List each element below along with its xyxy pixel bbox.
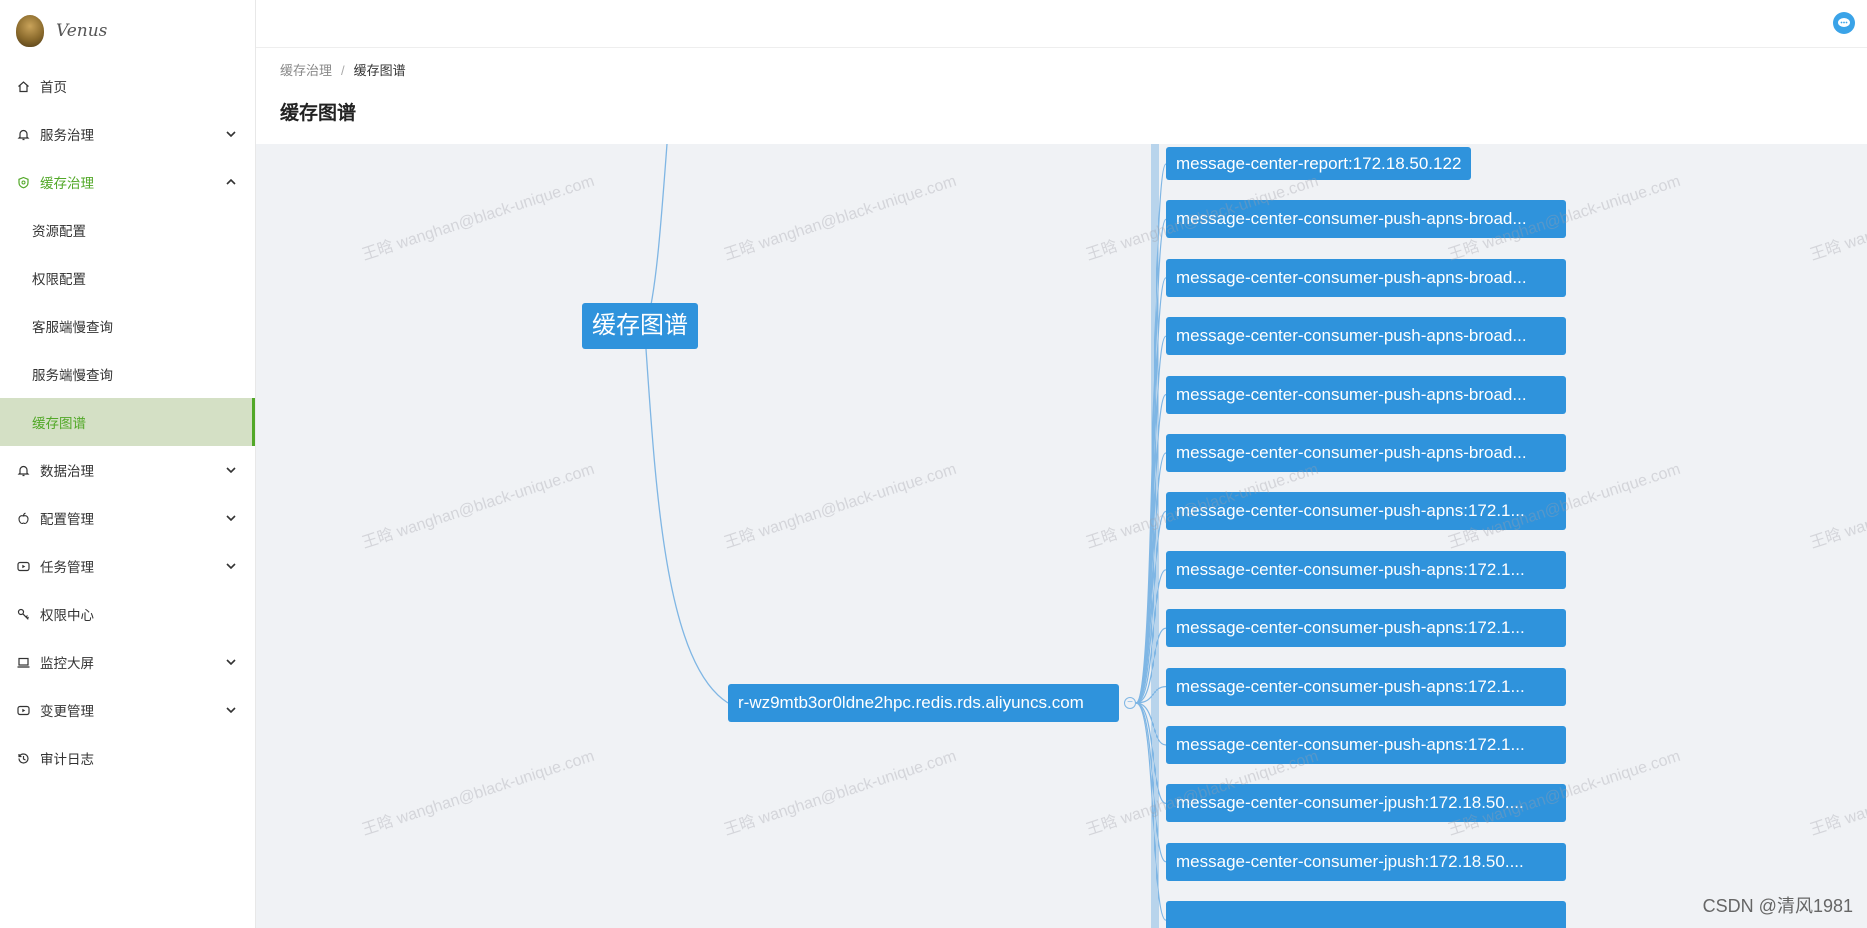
sidebar-item-label: 变更管理 xyxy=(40,704,94,719)
sidebar: Venus 首页服务治理缓存治理资源配置权限配置客服端慢查询 服务端慢查询 缓存图谱… xyxy=(0,0,256,928)
sidebar-item[interactable]: 缓存治理 xyxy=(0,158,255,206)
sidebar-subitem[interactable]: 服务端慢查询 xyxy=(0,350,255,398)
sidebar-item[interactable]: 配置管理 xyxy=(0,494,255,542)
youtube-icon xyxy=(16,559,30,573)
graph-links xyxy=(645,144,1167,928)
sidebar-menu: 首页服务治理缓存治理资源配置权限配置客服端慢查询 服务端慢查询 缓存图谱数据治理配置… xyxy=(0,62,255,782)
sidebar-item-label: 权限中心 xyxy=(40,608,94,623)
breadcrumb-parent[interactable]: 缓存治理 xyxy=(280,63,332,78)
brand-name: Venus xyxy=(56,21,108,41)
home-icon xyxy=(16,79,30,93)
top-bar xyxy=(256,0,1867,48)
cache-key-node[interactable]: message-center-consumer-jpush:172.18.50.… xyxy=(1166,842,1566,881)
logo[interactable]: Venus xyxy=(0,0,255,62)
sidebar-item[interactable]: 服务治理 xyxy=(0,110,255,158)
breadcrumb-separator: / xyxy=(341,63,345,78)
graph-canvas[interactable]: 缓存图谱 r-wz9mtb3or0ldne2hpc.redis.rds.aliy… xyxy=(256,144,1867,928)
shield-icon xyxy=(16,175,30,189)
sidebar-item[interactable]: 监控大屏 xyxy=(0,638,255,686)
cache-key-node[interactable]: message-center-consumer-push-apns:172.1.… xyxy=(1166,726,1566,764)
cache-key-node[interactable]: message-center-consumer-push-apns-broad.… xyxy=(1166,258,1566,297)
cache-key-node[interactable]: message-center-consumer-push-apns:172.1.… xyxy=(1166,667,1566,706)
chevron-down-icon[interactable] xyxy=(225,512,237,524)
bell-icon xyxy=(16,127,30,141)
root-node[interactable]: 缓存图谱 xyxy=(582,303,698,349)
cache-key-node[interactable]: message-center-consumer-push-apns-broad.… xyxy=(1166,375,1566,414)
sidebar-item[interactable]: 权限中心 xyxy=(0,590,255,638)
youtube-icon xyxy=(16,703,30,717)
chevron-up-icon[interactable] xyxy=(225,176,237,188)
cache-key-node[interactable]: message-center-consumer-push-apns:172.1.… xyxy=(1166,609,1566,648)
sidebar-subitem-label: 缓存图谱 xyxy=(32,416,86,431)
sidebar-item-label: 监控大屏 xyxy=(40,656,94,671)
sidebar-subitem[interactable]: 缓存图谱 xyxy=(0,398,255,446)
sidebar-item[interactable]: 数据治理 xyxy=(0,446,255,494)
sidebar-item-label: 配置管理 xyxy=(40,512,94,527)
sidebar-subitem-label: 权限配置 xyxy=(32,272,86,287)
key-icon xyxy=(16,607,30,621)
sidebar-item[interactable]: 变更管理 xyxy=(0,686,255,734)
cache-key-node[interactable]: message-center-consumer-push-apns-broad.… xyxy=(1166,200,1566,239)
chevron-down-icon[interactable] xyxy=(225,704,237,716)
cache-key-node[interactable] xyxy=(1166,901,1566,928)
apple-icon xyxy=(16,511,30,525)
chevron-down-icon[interactable] xyxy=(225,656,237,668)
sidebar-subitem[interactable]: 权限配置 xyxy=(0,254,255,302)
sidebar-item-label: 数据治理 xyxy=(40,464,94,479)
cache-key-node[interactable]: message-center-consumer-push-apns-broad.… xyxy=(1166,317,1566,356)
cache-key-node[interactable]: message-center-report:172.18.50.122 xyxy=(1166,147,1472,180)
chevron-down-icon[interactable] xyxy=(225,560,237,572)
logo-emblem-icon xyxy=(16,15,44,47)
page-header: 缓存治理 / 缓存图谱 缓存图谱 xyxy=(256,48,1867,144)
cache-key-node[interactable]: message-center-consumer-push-apns:172.1.… xyxy=(1166,492,1566,531)
sidebar-item-label: 审计日志 xyxy=(40,752,94,767)
sidebar-item[interactable]: 审计日志 xyxy=(0,734,255,782)
cache-key-node[interactable]: message-center-consumer-jpush:172.18.50.… xyxy=(1166,784,1566,823)
sidebar-item-label: 首页 xyxy=(40,80,67,95)
sidebar-subitem-label: 服务端慢查询 xyxy=(32,368,113,383)
sidebar-subitem-label: 资源配置 xyxy=(32,224,86,239)
cache-key-node[interactable]: message-center-consumer-push-apns:172.1.… xyxy=(1166,550,1566,589)
sidebar-subitem[interactable]: 客服端慢查询 xyxy=(0,302,255,350)
cache-key-node[interactable]: message-center-consumer-push-apns-broad.… xyxy=(1166,434,1566,472)
chevron-down-icon[interactable] xyxy=(225,464,237,476)
sidebar-item-label: 缓存治理 xyxy=(40,176,94,191)
chat-bubble-icon[interactable] xyxy=(1833,12,1855,34)
csdn-credit: CSDN @清风1981 xyxy=(1702,896,1853,916)
sidebar-item-label: 服务治理 xyxy=(40,128,94,143)
collapse-toggle-icon[interactable]: − xyxy=(1124,697,1136,709)
page-title: 缓存图谱 xyxy=(280,103,357,124)
laptop-icon xyxy=(16,655,30,669)
breadcrumb: 缓存治理 / 缓存图谱 xyxy=(280,60,406,79)
history-icon xyxy=(16,751,30,765)
breadcrumb-current: 缓存图谱 xyxy=(353,63,406,78)
sidebar-subitem-label: 客服端慢查询 xyxy=(32,320,113,335)
chevron-down-icon[interactable] xyxy=(225,128,237,140)
sidebar-subitem[interactable]: 资源配置 xyxy=(0,206,255,254)
redis-node[interactable]: r-wz9mtb3or0ldne2hpc.redis.rds.aliyuncs.… xyxy=(728,684,1119,722)
sidebar-item[interactable]: 首页 xyxy=(0,62,255,110)
sidebar-item-label: 任务管理 xyxy=(40,560,94,575)
bell-icon xyxy=(16,463,30,477)
sidebar-item[interactable]: 任务管理 xyxy=(0,542,255,590)
